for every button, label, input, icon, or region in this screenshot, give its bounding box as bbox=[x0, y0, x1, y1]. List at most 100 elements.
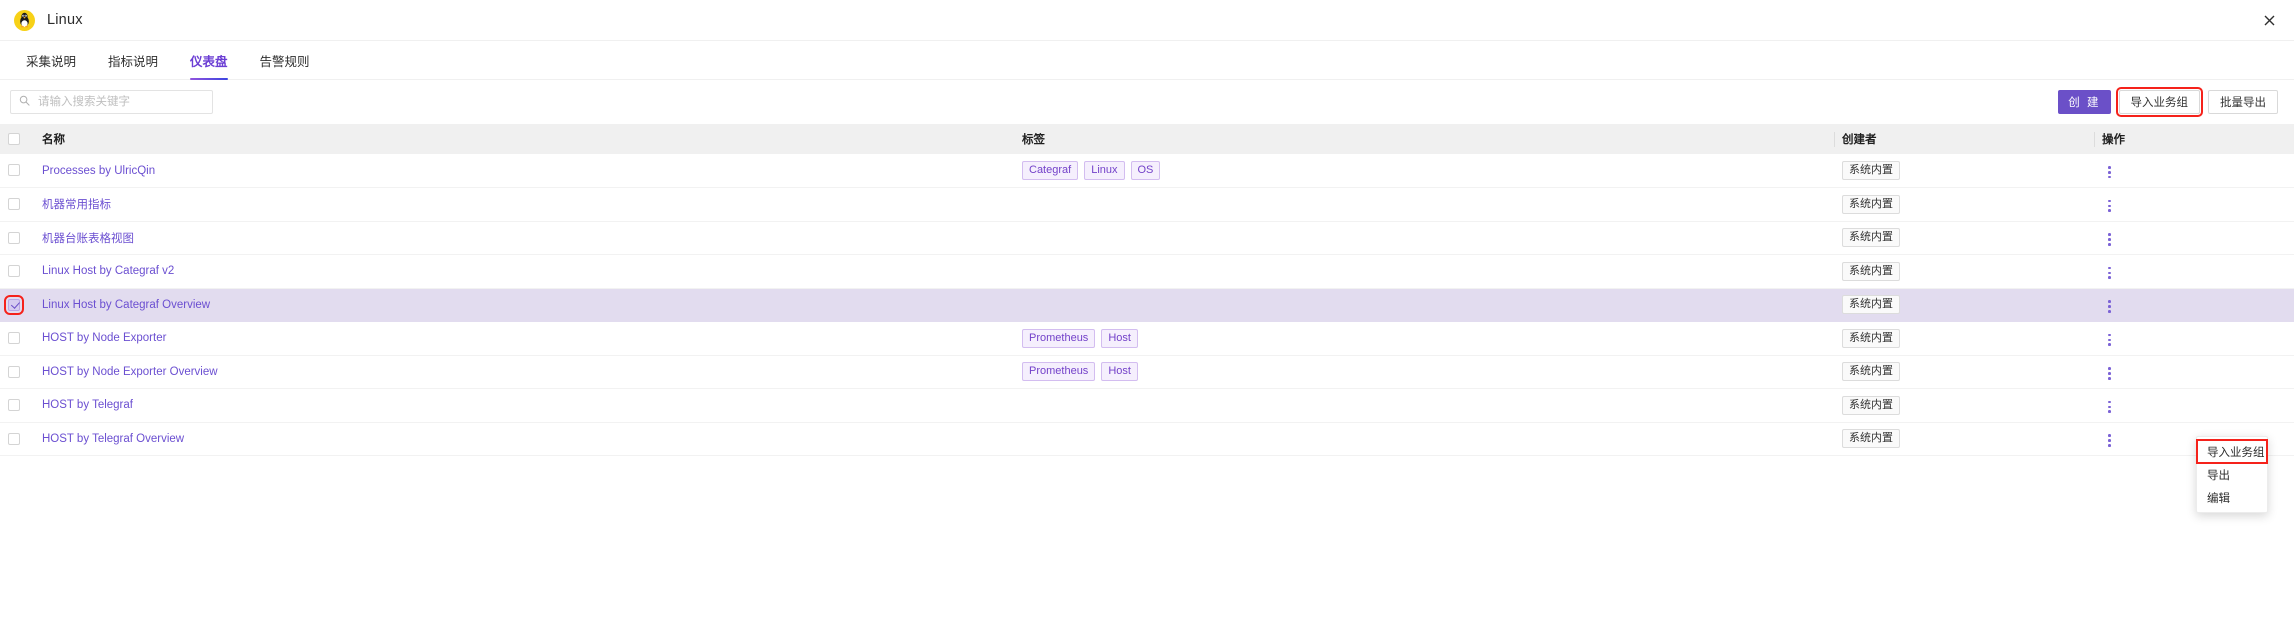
row-creator-cell: 系统内置 bbox=[1834, 355, 2094, 389]
table-row[interactable]: HOST by Node Exporter Overview Prometheu… bbox=[0, 355, 2294, 389]
row-tags-cell: Prometheus Host bbox=[1014, 355, 1834, 389]
search-icon bbox=[19, 93, 30, 111]
row-operations-cell bbox=[2094, 322, 2294, 356]
menu-item-import-business-group[interactable]: 导入业务组 bbox=[2196, 439, 2268, 464]
create-button[interactable]: 创 建 bbox=[2058, 90, 2111, 114]
row-select-cell bbox=[0, 322, 34, 356]
table-header: 名称 标签 创建者 操作 bbox=[0, 124, 2294, 154]
row-select-cell bbox=[0, 422, 34, 456]
row-tags-cell: Prometheus Host bbox=[1014, 322, 1834, 356]
row-tags-cell: Categraf Linux OS bbox=[1014, 154, 1834, 188]
dashboard-name-link[interactable]: 机器台账表格视图 bbox=[42, 233, 134, 245]
row-checkbox[interactable] bbox=[8, 231, 20, 244]
dashboard-name-link[interactable]: Linux Host by Categraf Overview bbox=[42, 299, 210, 311]
dashboard-name-link[interactable]: 机器常用指标 bbox=[42, 199, 111, 211]
row-more-icon[interactable] bbox=[2102, 331, 2117, 349]
tab-bar: 采集说明 指标说明 仪表盘 告警规则 bbox=[0, 41, 2294, 80]
table-body: Processes by UlricQin Categraf Linux OS … bbox=[0, 154, 2294, 456]
row-context-menu: 导入业务组 导出 编辑 bbox=[2196, 436, 2268, 513]
row-checkbox[interactable] bbox=[8, 432, 20, 445]
row-select-cell bbox=[0, 288, 34, 322]
tag-list: Prometheus Host bbox=[1022, 362, 1826, 382]
tag: OS bbox=[1130, 161, 1161, 180]
table-row[interactable]: 机器台账表格视图 系统内置 bbox=[0, 221, 2294, 255]
select-all-header bbox=[0, 124, 34, 154]
row-name-cell: Linux Host by Categraf v2 bbox=[34, 255, 1014, 289]
tag: Prometheus bbox=[1022, 328, 1096, 348]
linux-penguin-icon bbox=[14, 9, 35, 31]
table-row[interactable]: HOST by Node Exporter Prometheus Host 系统… bbox=[0, 322, 2294, 356]
dashboard-name-link[interactable]: HOST by Telegraf bbox=[42, 399, 133, 411]
tab-metric-notes[interactable]: 指标说明 bbox=[92, 41, 174, 79]
dashboard-name-link[interactable]: Linux Host by Categraf v2 bbox=[42, 265, 174, 277]
table-row-selected[interactable]: Linux Host by Categraf Overview 系统内置 bbox=[0, 288, 2294, 322]
row-more-icon[interactable] bbox=[2102, 197, 2117, 215]
row-select-cell bbox=[0, 154, 34, 188]
tab-label: 采集说明 bbox=[26, 54, 77, 69]
creator-badge: 系统内置 bbox=[1842, 194, 1900, 214]
row-checkbox[interactable] bbox=[8, 265, 20, 278]
menu-item-export[interactable]: 导出 bbox=[2197, 463, 2267, 486]
row-operations-cell bbox=[2094, 288, 2294, 322]
page-title: Linux bbox=[47, 12, 83, 28]
toolbar: 创 建 导入业务组 批量导出 bbox=[0, 80, 2294, 124]
tag: Host bbox=[1101, 328, 1138, 348]
column-header-creator: 创建者 bbox=[1834, 124, 2094, 154]
creator-badge: 系统内置 bbox=[1842, 161, 1900, 180]
table-row[interactable]: HOST by Telegraf 系统内置 bbox=[0, 389, 2294, 423]
row-more-icon[interactable] bbox=[2102, 264, 2117, 282]
column-header-name: 名称 bbox=[34, 124, 1014, 154]
row-name-cell: Linux Host by Categraf Overview bbox=[34, 288, 1014, 322]
creator-badge: 系统内置 bbox=[1842, 328, 1900, 348]
row-checkbox[interactable] bbox=[8, 332, 20, 345]
row-checkbox[interactable] bbox=[8, 399, 20, 412]
batch-export-button[interactable]: 批量导出 bbox=[2208, 90, 2278, 114]
dashboard-name-link[interactable]: HOST by Node Exporter Overview bbox=[42, 366, 218, 378]
row-name-cell: HOST by Node Exporter Overview bbox=[34, 355, 1014, 389]
tab-collection-notes[interactable]: 采集说明 bbox=[10, 41, 92, 79]
dashboard-name-link[interactable]: HOST by Node Exporter bbox=[42, 332, 166, 344]
dashboard-name-link[interactable]: Processes by UlricQin bbox=[42, 165, 155, 177]
menu-item-edit[interactable]: 编辑 bbox=[2197, 486, 2267, 509]
row-checkbox[interactable] bbox=[8, 198, 20, 211]
row-more-icon[interactable] bbox=[2102, 163, 2117, 181]
row-creator-cell: 系统内置 bbox=[1834, 255, 2094, 289]
close-icon[interactable] bbox=[2256, 7, 2282, 33]
row-checkbox[interactable] bbox=[8, 298, 20, 311]
dashboard-name-link[interactable]: HOST by Telegraf Overview bbox=[42, 433, 184, 445]
row-operations-cell bbox=[2094, 154, 2294, 188]
row-tags-cell bbox=[1014, 389, 1834, 423]
row-more-icon[interactable] bbox=[2102, 398, 2117, 416]
row-operations-cell bbox=[2094, 255, 2294, 289]
table-row[interactable]: HOST by Telegraf Overview 系统内置 bbox=[0, 422, 2294, 456]
tab-dashboards[interactable]: 仪表盘 bbox=[174, 41, 244, 80]
row-tags-cell bbox=[1014, 255, 1834, 289]
table-row[interactable]: Processes by UlricQin Categraf Linux OS … bbox=[0, 154, 2294, 188]
tag-list: Categraf Linux OS bbox=[1022, 161, 1826, 180]
tag: Linux bbox=[1084, 161, 1125, 180]
row-name-cell: 机器台账表格视图 bbox=[34, 221, 1014, 255]
select-all-checkbox[interactable] bbox=[8, 132, 20, 145]
row-creator-cell: 系统内置 bbox=[1834, 389, 2094, 423]
row-checkbox-highlight bbox=[4, 294, 24, 315]
search-input[interactable] bbox=[36, 95, 204, 109]
tab-label: 仪表盘 bbox=[190, 54, 228, 69]
toolbar-actions: 创 建 导入业务组 批量导出 bbox=[2058, 87, 2278, 117]
import-business-group-button[interactable]: 导入业务组 bbox=[2115, 87, 2203, 117]
row-more-icon[interactable] bbox=[2102, 364, 2117, 382]
window-header: Linux bbox=[0, 0, 2294, 41]
table-row[interactable]: 机器常用指标 系统内置 bbox=[0, 188, 2294, 221]
tab-alert-rules[interactable]: 告警规则 bbox=[244, 41, 326, 79]
row-operations-cell bbox=[2094, 355, 2294, 389]
row-operations-cell bbox=[2094, 221, 2294, 255]
row-creator-cell: 系统内置 bbox=[1834, 322, 2094, 356]
row-name-cell: HOST by Node Exporter bbox=[34, 322, 1014, 356]
table-row[interactable]: Linux Host by Categraf v2 系统内置 bbox=[0, 255, 2294, 289]
row-checkbox[interactable] bbox=[8, 164, 20, 177]
row-more-icon[interactable] bbox=[2102, 297, 2117, 315]
row-checkbox[interactable] bbox=[8, 365, 20, 378]
row-more-icon[interactable] bbox=[2102, 230, 2117, 248]
row-more-icon[interactable] bbox=[2102, 431, 2117, 449]
tag: Categraf bbox=[1022, 161, 1079, 180]
search-box[interactable] bbox=[10, 90, 213, 114]
